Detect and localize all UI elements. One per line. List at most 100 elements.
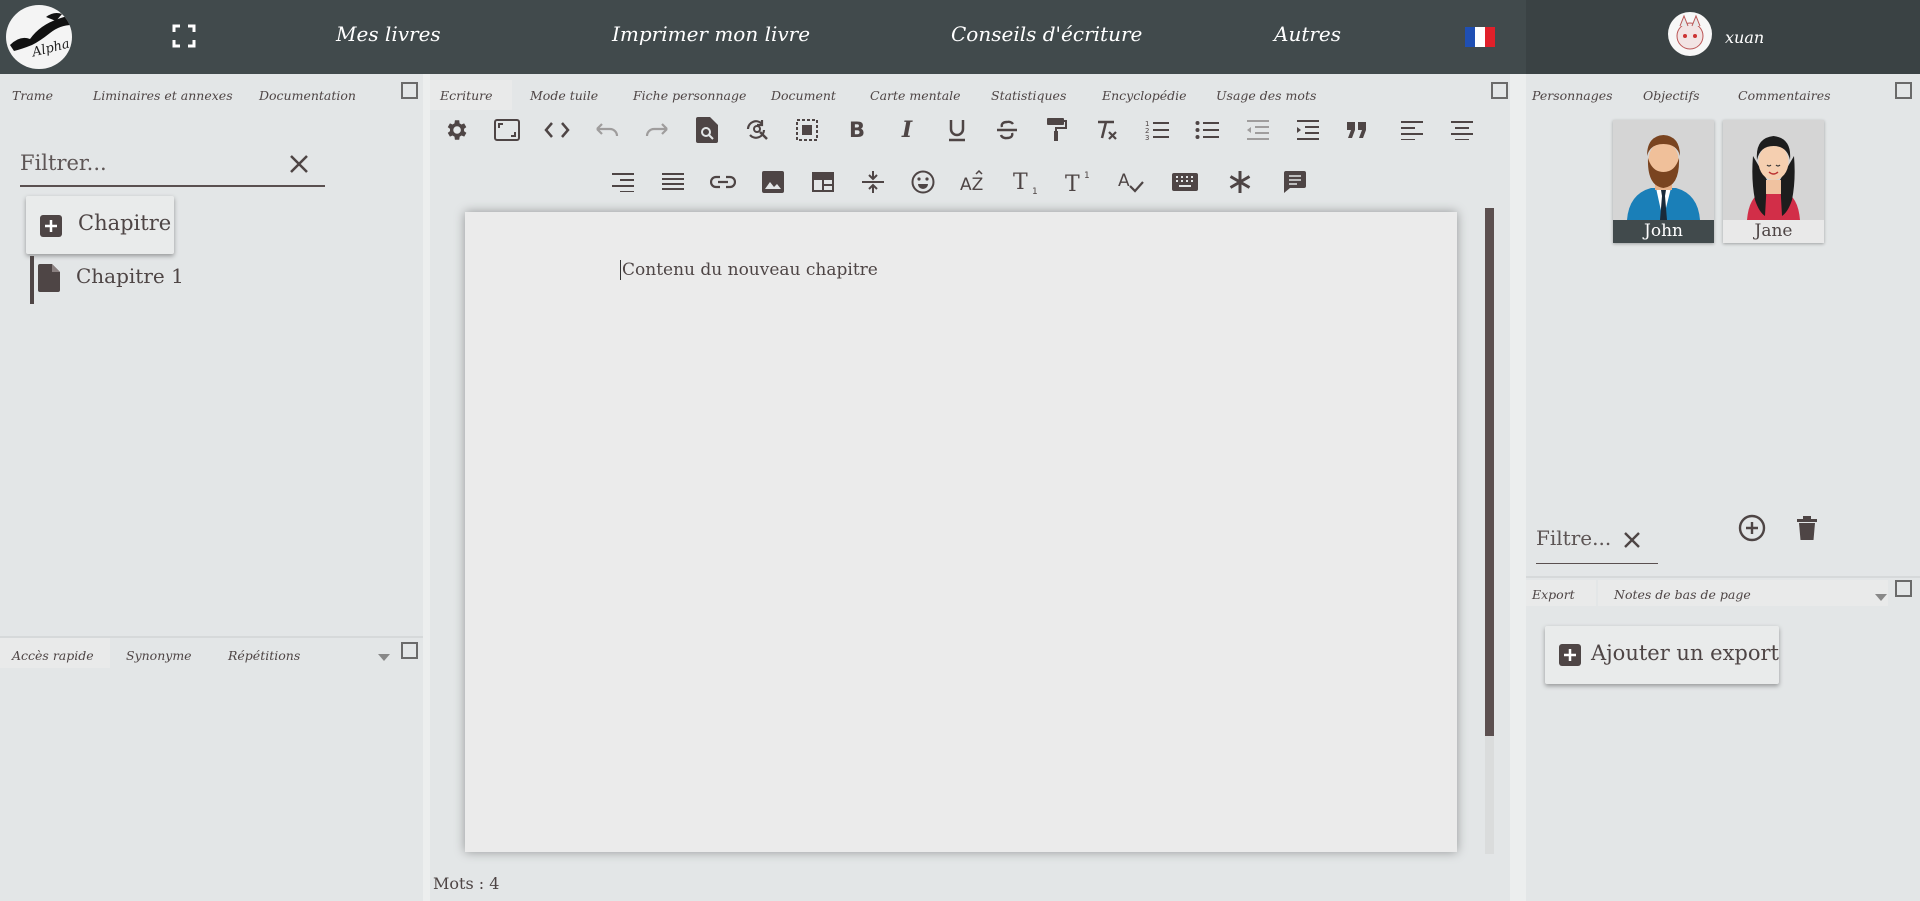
tab-liminaires[interactable]: Liminaires et annexes (93, 88, 233, 103)
user-avatar[interactable] (1668, 12, 1712, 56)
character-card[interactable]: John (1613, 120, 1714, 243)
tab-mode-tuile[interactable]: Mode tuile (530, 88, 598, 103)
keyboard-icon[interactable] (1169, 166, 1201, 198)
format-painter-icon[interactable] (1041, 114, 1073, 146)
subscript-icon[interactable]: T1 (1011, 166, 1043, 198)
username[interactable]: xuan (1725, 28, 1764, 47)
bullet-list-icon[interactable] (1191, 114, 1223, 146)
app-logo[interactable]: Alpha (6, 5, 72, 69)
bold-glyph: B (848, 118, 865, 142)
settings-icon[interactable] (440, 114, 472, 146)
add-chapter-button[interactable]: Chapitre (26, 196, 174, 254)
underline-icon[interactable] (941, 114, 973, 146)
clear-filter-icon[interactable] (1622, 530, 1642, 550)
tab-fiche-personnage[interactable]: Fiche personnage (633, 88, 746, 103)
right-splitter[interactable] (1510, 74, 1526, 901)
editor-page[interactable]: Contenu du nouveau chapitre (465, 212, 1457, 852)
tab-objectifs[interactable]: Objectifs (1643, 88, 1700, 103)
svg-text:1: 1 (1032, 187, 1038, 195)
plus-box-icon (40, 215, 62, 237)
numbered-list-icon[interactable]: 123 (1141, 114, 1173, 146)
find-replace-icon[interactable] (741, 114, 773, 146)
bold-icon[interactable]: B (841, 114, 873, 146)
indent-icon[interactable] (1291, 114, 1323, 146)
table-icon[interactable] (807, 166, 839, 198)
clear-format-icon[interactable] (1091, 114, 1123, 146)
tab-commentaires[interactable]: Commentaires (1738, 88, 1831, 103)
chapter-filter-input[interactable]: Filtrer... (20, 147, 325, 187)
svg-text:3: 3 (1145, 134, 1149, 141)
align-justify-icon[interactable] (657, 166, 689, 198)
language-flag-icon[interactable] (1465, 27, 1495, 47)
emoji-icon[interactable] (907, 166, 939, 198)
italic-icon[interactable]: I (891, 114, 923, 146)
tab-trame[interactable]: Trame (12, 88, 53, 103)
svg-text:T: T (1065, 172, 1080, 195)
superscript-icon[interactable]: T1 (1063, 166, 1095, 198)
outdent-icon[interactable] (1241, 114, 1273, 146)
tab-ecriture[interactable]: Ecriture (440, 88, 493, 103)
align-right-icon[interactable] (607, 166, 639, 198)
filter-placeholder: Filtre... (1536, 526, 1612, 550)
comment-icon[interactable] (1279, 166, 1311, 198)
tab-export[interactable]: Export (1532, 587, 1575, 602)
asterisk-icon[interactable] (1224, 166, 1256, 198)
svg-text:A: A (1118, 171, 1130, 191)
dropdown-icon[interactable] (378, 654, 390, 662)
tab-synonyme[interactable]: Synonyme (126, 648, 192, 663)
chapter-item[interactable]: Chapitre 1 (30, 256, 280, 304)
tab-document[interactable]: Document (771, 88, 836, 103)
strikethrough-icon[interactable] (991, 114, 1023, 146)
right-tabstrip: Personnages Objectifs Commentaires (1526, 80, 1920, 110)
tab-encyclopedie[interactable]: Encyclopédie (1102, 88, 1187, 103)
add-export-button[interactable]: Ajouter un export (1545, 626, 1779, 684)
image-icon[interactable] (757, 166, 789, 198)
left-splitter[interactable] (423, 74, 430, 901)
link-icon[interactable] (707, 166, 739, 198)
blockquote-icon[interactable] (1341, 114, 1373, 146)
dropdown-icon[interactable] (1875, 594, 1887, 602)
align-center-icon[interactable] (1446, 114, 1478, 146)
editor-text[interactable]: Contenu du nouveau chapitre (620, 260, 878, 280)
maximize-right-top-button[interactable] (1895, 82, 1912, 99)
right-divider (1526, 576, 1920, 578)
chapter-label: Chapitre 1 (76, 264, 184, 288)
source-code-icon[interactable] (541, 114, 573, 146)
nav-mes-livres[interactable]: Mes livres (336, 22, 441, 46)
character-filter-input[interactable]: Filtre... (1536, 520, 1658, 564)
page-break-icon[interactable] (857, 166, 889, 198)
character-name: John (1613, 220, 1714, 243)
fullscreen-editor-icon[interactable] (491, 114, 523, 146)
maximize-right-bottom-button[interactable] (1895, 580, 1912, 597)
character-card[interactable]: Jane (1723, 120, 1824, 243)
nav-conseils[interactable]: Conseils d'écriture (951, 22, 1142, 46)
spellcheck-icon[interactable]: A (1115, 166, 1147, 198)
tab-statistiques[interactable]: Statistiques (991, 88, 1066, 103)
undo-icon[interactable] (591, 114, 623, 146)
tab-notes-bas-de-page[interactable]: Notes de bas de page (1614, 587, 1751, 602)
redo-icon[interactable] (641, 114, 673, 146)
align-left-icon[interactable] (1396, 114, 1428, 146)
tab-personnages[interactable]: Personnages (1532, 88, 1613, 103)
add-character-icon[interactable] (1738, 514, 1766, 542)
nav-imprimer[interactable]: Imprimer mon livre (612, 22, 810, 46)
tab-repetitions[interactable]: Répétitions (228, 648, 300, 663)
tab-acces-rapide[interactable]: Accès rapide (12, 648, 94, 663)
svg-text:AZ: AZ (960, 175, 983, 194)
sort-icon[interactable]: AZ (957, 166, 989, 198)
preview-icon[interactable] (691, 114, 723, 146)
maximize-left-top-button[interactable] (401, 82, 418, 99)
maximize-left-bottom-button[interactable] (401, 642, 418, 659)
character-portrait (1723, 120, 1824, 220)
tab-documentation[interactable]: Documentation (259, 88, 356, 103)
clear-filter-icon[interactable] (288, 153, 310, 175)
fullscreen-icon[interactable] (172, 24, 196, 48)
maximize-center-button[interactable] (1491, 82, 1508, 99)
nav-autres[interactable]: Autres (1274, 22, 1341, 46)
select-all-icon[interactable] (791, 114, 823, 146)
tab-usage-des-mots[interactable]: Usage des mots (1216, 88, 1316, 103)
delete-icon[interactable] (1797, 516, 1817, 540)
tab-carte-mentale[interactable]: Carte mentale (870, 88, 961, 103)
svg-text:T: T (1013, 170, 1028, 195)
editor-scrollbar-thumb[interactable] (1485, 208, 1494, 736)
